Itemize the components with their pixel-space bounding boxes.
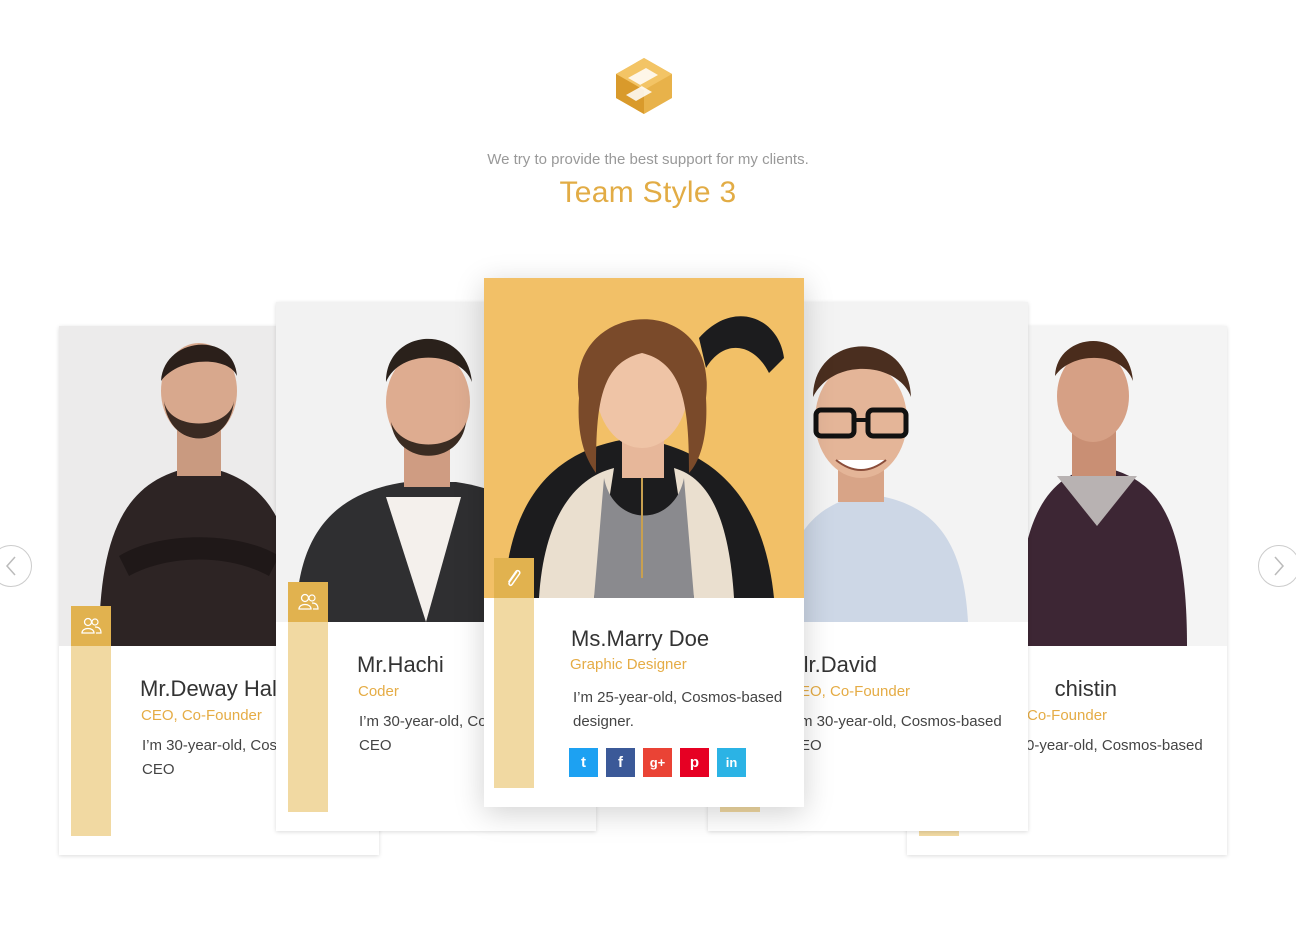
member-name: Ms.Marry Doe — [571, 626, 710, 651]
accent-strip — [71, 606, 111, 836]
accent-strip — [494, 558, 534, 788]
team-card-marry[interactable]: Ms.Marry Doe Graphic Designer I’m 25-yea… — [484, 278, 804, 807]
member-name: Mr.Hachi — [357, 652, 444, 677]
member-role: Co-Founder — [1027, 707, 1108, 724]
facebook-icon[interactable]: f — [606, 748, 635, 777]
page-subtitle: We try to provide the best support for m… — [487, 151, 809, 168]
member-bio: I’m 25-year-old, Cosmos-based designer. — [573, 686, 798, 734]
member-name: Mr.Deway Hal — [140, 676, 277, 701]
member-bio: m 30-year-old, Cosmos-based EO — [800, 710, 1020, 758]
bio-line: 0-year-old, Cosmos-based — [1026, 737, 1203, 754]
users-icon — [288, 582, 328, 622]
social-links: t f g+ p in — [569, 748, 746, 777]
member-role: Coder — [358, 683, 399, 700]
member-bio: 0-year-old, Cosmos-based — [1026, 734, 1216, 758]
carousel-prev-button[interactable] — [0, 545, 32, 587]
chevron-right-icon — [1274, 556, 1285, 576]
bio-line: designer. — [573, 713, 634, 730]
member-role: CEO, Co-Founder — [141, 707, 262, 724]
users-icon — [71, 606, 111, 646]
google-plus-icon[interactable]: g+ — [643, 748, 672, 777]
pinterest-icon[interactable]: p — [680, 748, 709, 777]
cube-logo-icon — [612, 56, 676, 116]
bio-line: I’m 25-year-old, Cosmos-based — [573, 689, 783, 706]
bio-line: m 30-year-old, Cosmos-based — [800, 713, 1002, 730]
paperclip-icon — [494, 558, 534, 598]
page-title: Team Style 3 — [559, 176, 737, 209]
chevron-left-icon — [5, 556, 16, 576]
member-photo — [484, 278, 804, 598]
twitter-icon[interactable]: t — [569, 748, 598, 777]
linkedin-icon[interactable]: in — [717, 748, 746, 777]
member-role: EO, Co-Founder — [800, 683, 911, 700]
bio-line: EO — [800, 737, 822, 754]
carousel-next-button[interactable] — [1258, 545, 1296, 587]
accent-strip — [288, 582, 328, 812]
member-role: Graphic Designer — [570, 656, 687, 673]
